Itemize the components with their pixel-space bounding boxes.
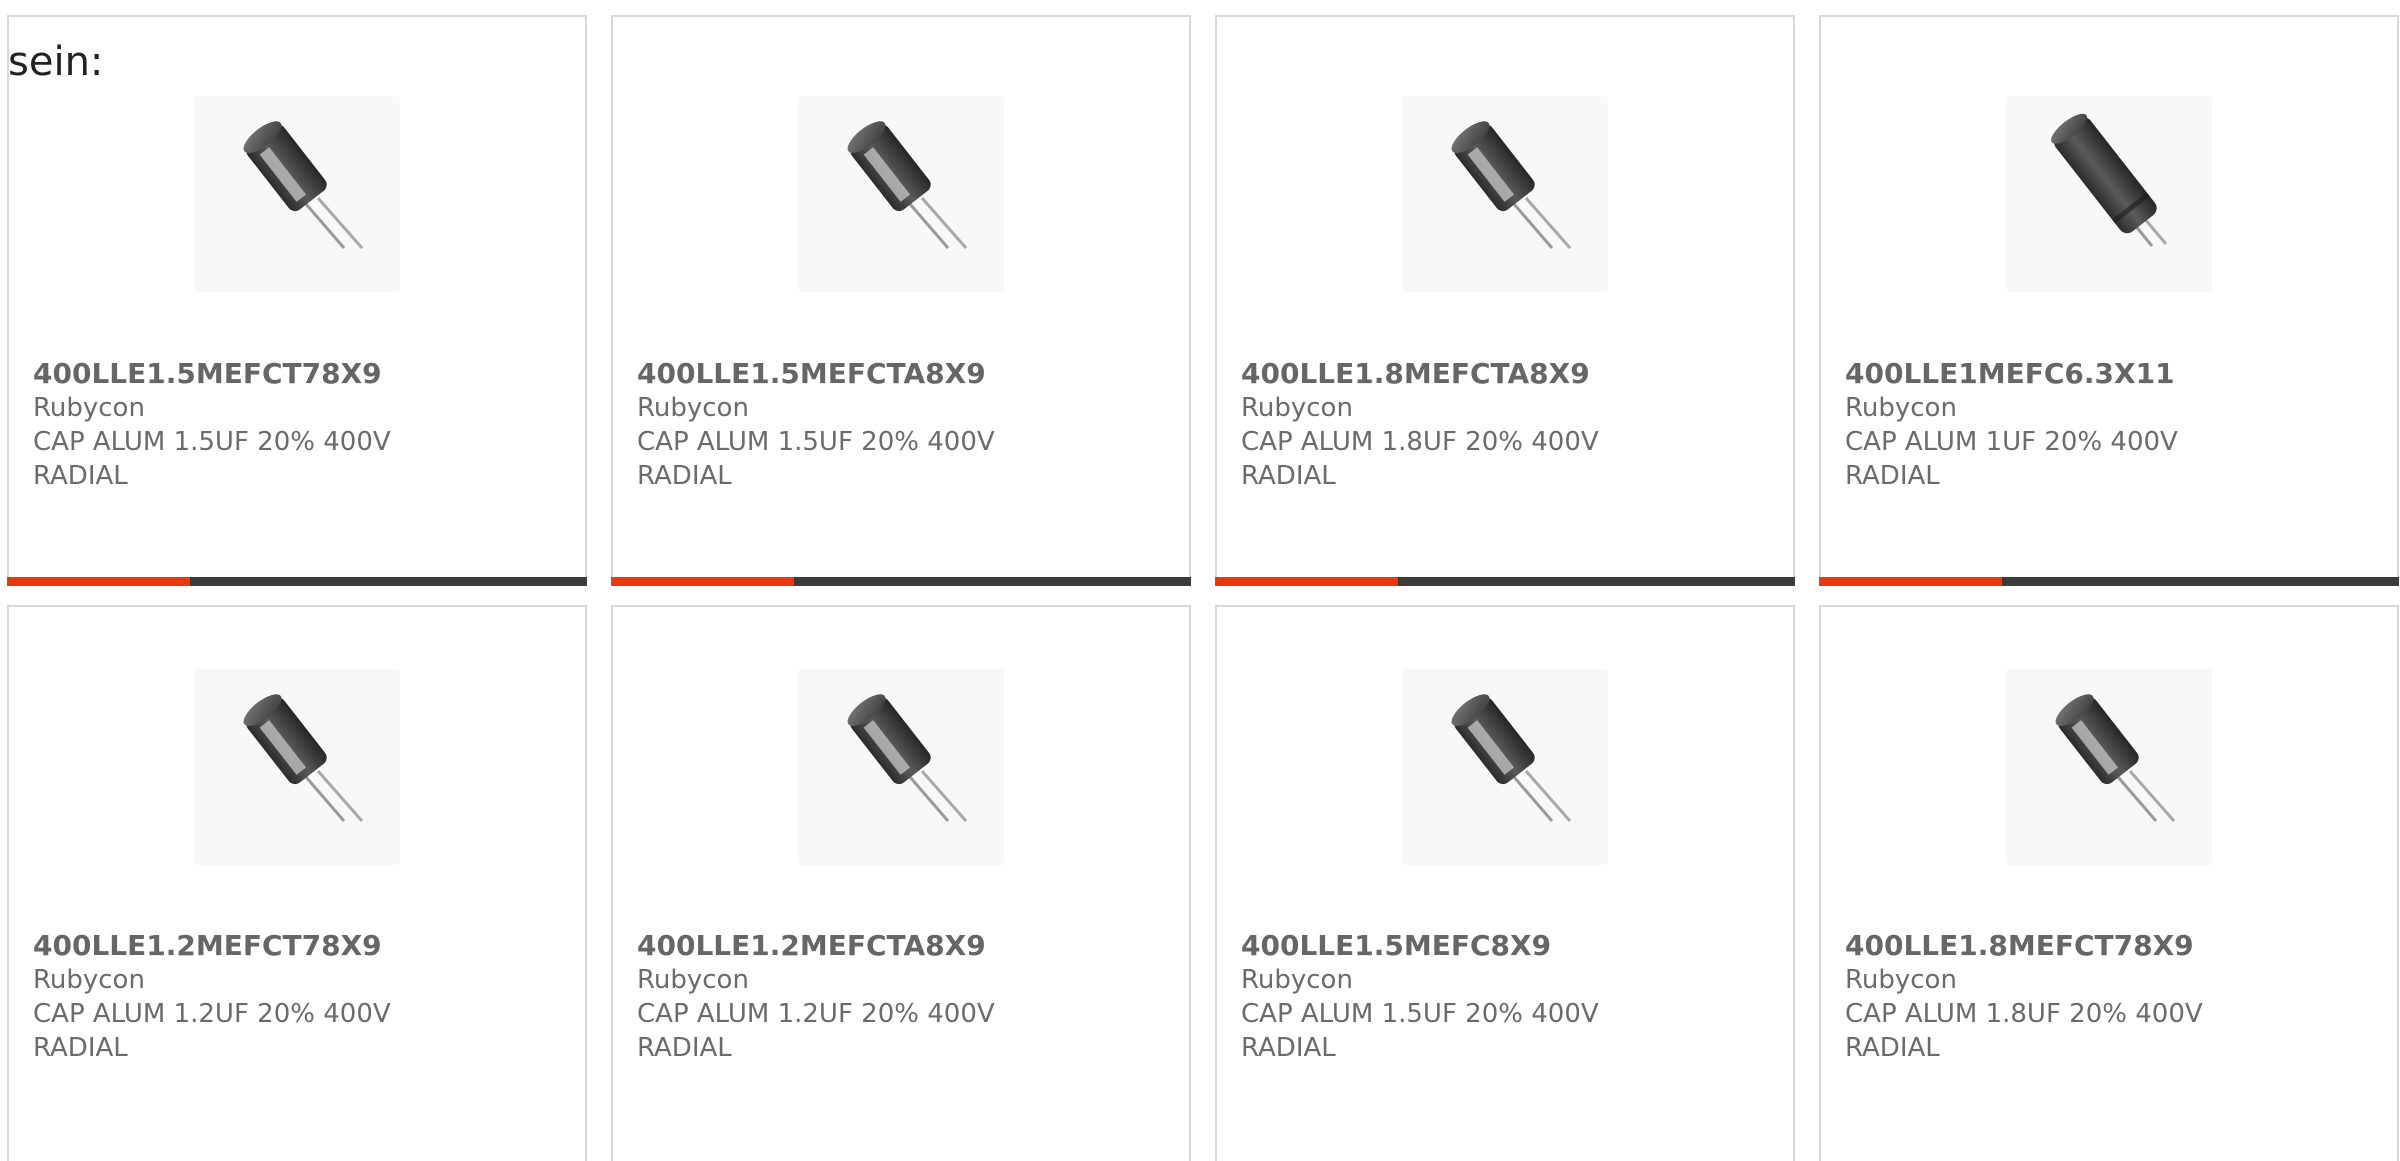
product-grid-page: sein: 400LLE1.5MEFCT78X9 Rubycon CAP ALU… (0, 0, 2400, 1161)
radial-capacitor-icon (243, 121, 364, 249)
product-image[interactable] (798, 669, 1004, 865)
product-card[interactable]: 400LLE1.5MEFCTA8X9 Rubycon CAP ALUM 1.5U… (611, 15, 1191, 586)
card-accent-fill (7, 577, 190, 586)
product-card[interactable]: 400LLE1MEFC6.3X11 Rubycon CAP ALUM 1UF 2… (1819, 15, 2399, 586)
product-info: 400LLE1.2MEFCTA8X9 Rubycon CAP ALUM 1.2U… (637, 929, 1167, 1065)
manufacturer: Rubycon (1845, 965, 1957, 995)
card-accent-bar (611, 577, 1191, 586)
description: CAP ALUM 1.5UF 20% 400V (637, 427, 995, 457)
product-info: 400LLE1.8MEFCT78X9 Rubycon CAP ALUM 1.8U… (1845, 929, 2375, 1065)
product-info: 400LLE1MEFC6.3X11 Rubycon CAP ALUM 1UF 2… (1845, 357, 2375, 493)
manufacturer: Rubycon (1241, 965, 1353, 995)
card-accent-fill (1819, 577, 2002, 586)
description: CAP ALUM 1.5UF 20% 400V (1241, 999, 1599, 1029)
radial-capacitor-icon (2055, 694, 2176, 822)
radial-capacitor-icon (847, 694, 968, 822)
description: CAP ALUM 1.8UF 20% 400V (1241, 427, 1599, 457)
description: CAP ALUM 1.2UF 20% 400V (637, 999, 995, 1029)
card-accent-bar (1215, 577, 1795, 586)
manufacturer: Rubycon (637, 393, 749, 423)
product-card[interactable]: 400LLE1.8MEFCT78X9 Rubycon CAP ALUM 1.8U… (1819, 605, 2399, 1161)
product-image[interactable] (2006, 669, 2212, 865)
description: CAP ALUM 1.2UF 20% 400V (33, 999, 391, 1029)
description: CAP ALUM 1.5UF 20% 400V (33, 427, 391, 457)
description: CAP ALUM 1UF 20% 400V (1845, 427, 2178, 457)
product-info: 400LLE1.5MEFCTA8X9 Rubycon CAP ALUM 1.5U… (637, 357, 1167, 493)
radial-capacitor-icon (847, 121, 968, 249)
product-image[interactable] (1402, 669, 1608, 865)
product-card[interactable]: 400LLE1.2MEFCTA8X9 Rubycon CAP ALUM 1.2U… (611, 605, 1191, 1161)
card-accent-bar (1819, 577, 2399, 586)
product-info: 400LLE1.5MEFC8X9 Rubycon CAP ALUM 1.5UF … (1241, 929, 1771, 1065)
intro-text: sein: (8, 39, 104, 85)
manufacturer: Rubycon (1241, 393, 1353, 423)
card-accent-fill (611, 577, 794, 586)
description-package: RADIAL (1241, 461, 1336, 491)
product-card[interactable]: 400LLE1.2MEFCT78X9 Rubycon CAP ALUM 1.2U… (7, 605, 587, 1161)
radial-capacitor-icon (1451, 121, 1572, 249)
product-image[interactable] (194, 96, 400, 292)
product-image[interactable] (1402, 96, 1608, 292)
product-image[interactable] (798, 96, 1004, 292)
product-info: 400LLE1.8MEFCTA8X9 Rubycon CAP ALUM 1.8U… (1241, 357, 1771, 493)
part-number-link[interactable]: 400LLE1.5MEFCT78X9 (33, 357, 563, 391)
part-number-link[interactable]: 400LLE1.8MEFCT78X9 (1845, 929, 2375, 963)
card-accent-bar (7, 577, 587, 586)
radial-capacitor-icon (1451, 694, 1572, 822)
description-package: RADIAL (1241, 1033, 1336, 1063)
part-number-link[interactable]: 400LLE1.5MEFCTA8X9 (637, 357, 1167, 391)
description-package: RADIAL (33, 461, 128, 491)
product-card[interactable]: 400LLE1.5MEFCT78X9 Rubycon CAP ALUM 1.5U… (7, 15, 587, 586)
description-package: RADIAL (33, 1033, 128, 1063)
manufacturer: Rubycon (33, 965, 145, 995)
product-info: 400LLE1.2MEFCT78X9 Rubycon CAP ALUM 1.2U… (33, 929, 563, 1065)
part-number-link[interactable]: 400LLE1MEFC6.3X11 (1845, 357, 2375, 391)
card-accent-fill (1215, 577, 1398, 586)
radial-capacitor-long-icon (2051, 113, 2168, 247)
product-card[interactable]: 400LLE1.5MEFC8X9 Rubycon CAP ALUM 1.5UF … (1215, 605, 1795, 1161)
part-number-link[interactable]: 400LLE1.8MEFCTA8X9 (1241, 357, 1771, 391)
manufacturer: Rubycon (1845, 393, 1957, 423)
product-info: 400LLE1.5MEFCT78X9 Rubycon CAP ALUM 1.5U… (33, 357, 563, 493)
radial-capacitor-icon (243, 694, 364, 822)
description-package: RADIAL (637, 461, 732, 491)
description-package: RADIAL (1845, 1033, 1940, 1063)
part-number-link[interactable]: 400LLE1.5MEFC8X9 (1241, 929, 1771, 963)
description-package: RADIAL (1845, 461, 1940, 491)
manufacturer: Rubycon (33, 393, 145, 423)
product-image[interactable] (194, 669, 400, 865)
part-number-link[interactable]: 400LLE1.2MEFCTA8X9 (637, 929, 1167, 963)
manufacturer: Rubycon (637, 965, 749, 995)
description: CAP ALUM 1.8UF 20% 400V (1845, 999, 2203, 1029)
product-image[interactable] (2006, 96, 2212, 292)
product-card[interactable]: 400LLE1.8MEFCTA8X9 Rubycon CAP ALUM 1.8U… (1215, 15, 1795, 586)
part-number-link[interactable]: 400LLE1.2MEFCT78X9 (33, 929, 563, 963)
description-package: RADIAL (637, 1033, 732, 1063)
